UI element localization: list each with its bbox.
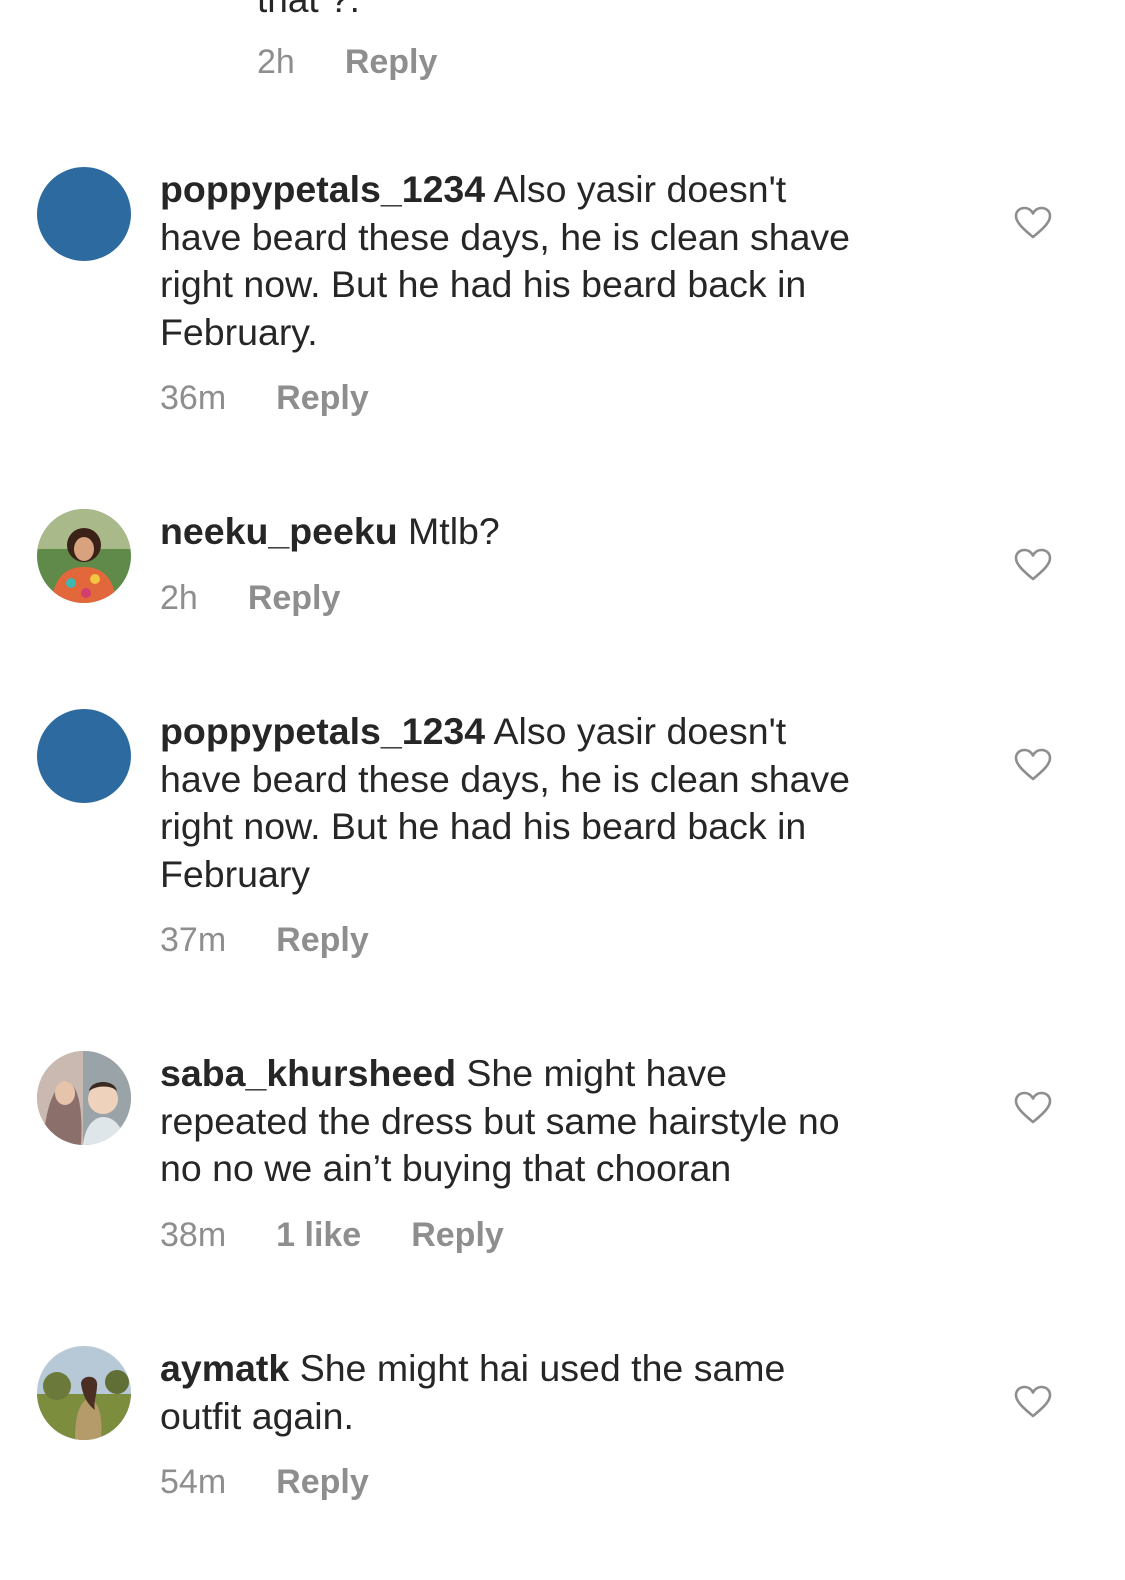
- comment-body: aymatk She might hai used the same outfi…: [160, 1345, 960, 1502]
- username[interactable]: poppypetals_1234: [160, 710, 485, 752]
- heart-outline-icon[interactable]: [1014, 1091, 1052, 1125]
- comment-time: 54m: [160, 1463, 227, 1501]
- comment-text: neeku_peeku Mtlb?: [160, 508, 960, 556]
- comment-time: 38m: [160, 1215, 227, 1254]
- comment-text: aymatk She might hai used the same outfi…: [160, 1345, 960, 1440]
- comment-meta: 37m Reply: [160, 920, 960, 960]
- comment-text: poppypetals_1234 Also yasir doesn't have…: [160, 708, 960, 898]
- comment-body: neeku_peeku Mtlb? 2h Reply: [160, 508, 960, 618]
- username[interactable]: aymatk: [160, 1347, 289, 1389]
- comment-meta: 2h Reply: [160, 578, 960, 618]
- avatar[interactable]: [37, 509, 131, 603]
- comment-time: 2h: [160, 578, 198, 617]
- comment-body: saba_khursheed She might have repeated t…: [160, 1050, 960, 1255]
- heart-outline-icon[interactable]: [1014, 1385, 1052, 1419]
- likes-count[interactable]: 1 like: [276, 1215, 361, 1255]
- comment-text: poppypetals_1234 Also yasir doesn't have…: [160, 166, 960, 356]
- username[interactable]: saba_khursheed: [160, 1052, 456, 1094]
- reply-button[interactable]: Reply: [248, 578, 341, 618]
- reply-button[interactable]: Reply: [276, 378, 369, 418]
- comment-body: poppypetals_1234 Also yasir doesn't have…: [160, 708, 960, 960]
- comment-meta: 36m Reply: [160, 378, 960, 418]
- reply-button[interactable]: Reply: [411, 1215, 504, 1255]
- avatar[interactable]: [37, 1346, 131, 1440]
- avatar[interactable]: [37, 167, 131, 261]
- heart-outline-icon[interactable]: [1014, 548, 1052, 582]
- comment-time: 36m: [160, 379, 227, 417]
- avatar[interactable]: [37, 709, 131, 803]
- reply-button[interactable]: Reply: [345, 42, 438, 82]
- reply-button[interactable]: Reply: [276, 920, 369, 960]
- heart-outline-icon[interactable]: [1014, 748, 1052, 782]
- comment-message: Mtlb?: [408, 510, 500, 552]
- partial-comment-text: that ?.: [257, 0, 360, 22]
- reply-button[interactable]: Reply: [276, 1462, 369, 1502]
- comment-time: 2h: [257, 43, 295, 81]
- comment-meta: 38m 1 like Reply: [160, 1215, 960, 1255]
- comment-text: saba_khursheed She might have repeated t…: [160, 1050, 960, 1193]
- username[interactable]: poppypetals_1234: [160, 168, 485, 210]
- comment-time: 37m: [160, 921, 227, 959]
- username[interactable]: neeku_peeku: [160, 510, 398, 552]
- comment-meta: 2h Reply: [257, 42, 437, 82]
- heart-outline-icon[interactable]: [1014, 206, 1052, 240]
- comment-body: poppypetals_1234 Also yasir doesn't have…: [160, 166, 960, 418]
- avatar[interactable]: [37, 1051, 131, 1145]
- comment-meta: 54m Reply: [160, 1462, 960, 1502]
